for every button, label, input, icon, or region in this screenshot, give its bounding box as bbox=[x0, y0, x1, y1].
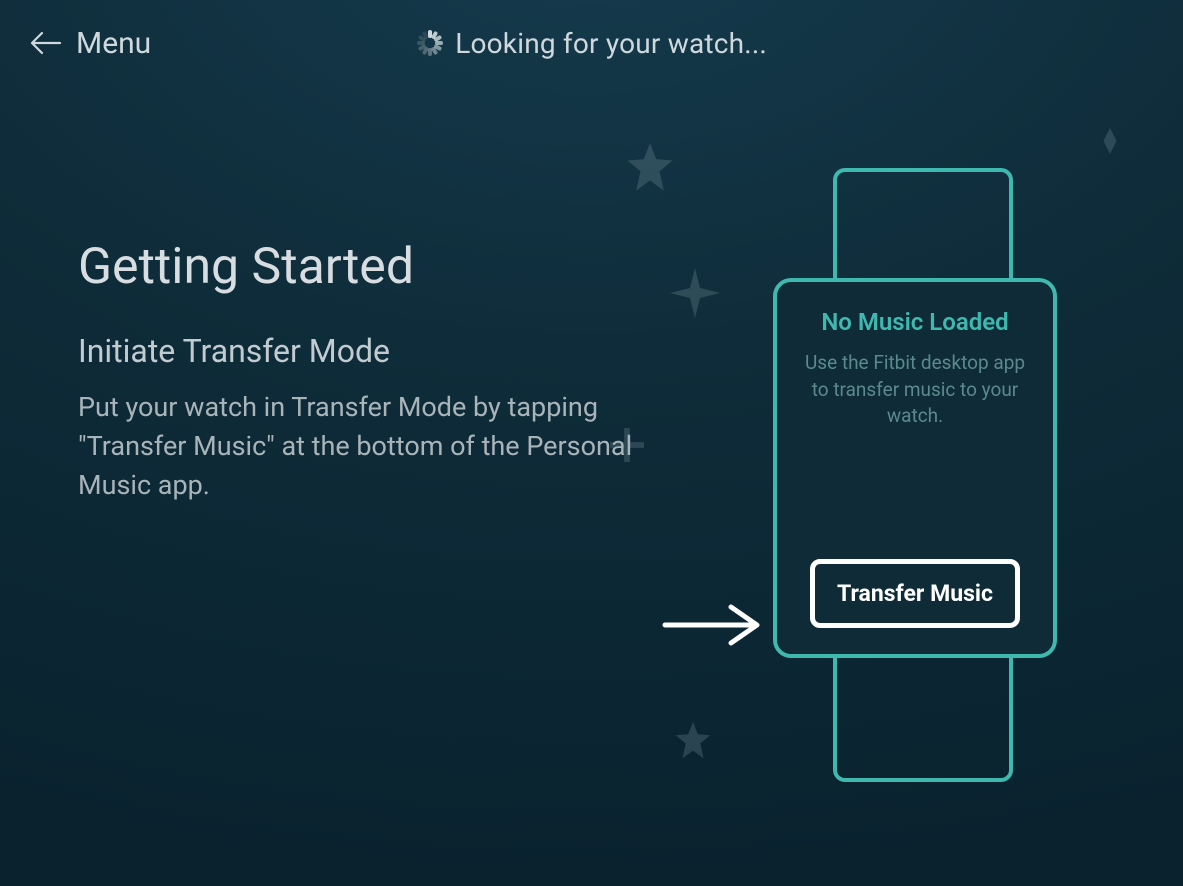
page-title: Getting Started bbox=[78, 238, 638, 296]
watch-face: No Music Loaded Use the Fitbit desktop a… bbox=[773, 278, 1057, 658]
page-body: Put your watch in Transfer Mode by tappi… bbox=[78, 388, 638, 505]
watch-strap-top bbox=[833, 168, 1013, 288]
header: Menu Looking for your watch... bbox=[0, 0, 1183, 68]
watch-illustration: No Music Loaded Use the Fitbit desktop a… bbox=[703, 168, 1123, 808]
page-subtitle: Initiate Transfer Mode bbox=[78, 332, 638, 370]
plus-icon bbox=[610, 428, 644, 462]
pointer-arrow-icon bbox=[661, 600, 766, 654]
status: Looking for your watch... bbox=[31, 27, 1153, 60]
content: Getting Started Initiate Transfer Mode P… bbox=[0, 68, 1183, 886]
watch-screen-title: No Music Loaded bbox=[821, 308, 1008, 336]
watch-screen-body: Use the Fitbit desktop app to transfer m… bbox=[801, 350, 1029, 430]
text-block: Getting Started Initiate Transfer Mode P… bbox=[78, 238, 638, 505]
spinner-icon bbox=[417, 30, 443, 56]
status-text: Looking for your watch... bbox=[455, 27, 767, 60]
transfer-music-button[interactable]: Transfer Music bbox=[810, 559, 1020, 628]
star-icon bbox=[620, 138, 680, 198]
diamond-icon bbox=[1097, 128, 1123, 154]
watch-strap-bottom bbox=[833, 658, 1013, 782]
